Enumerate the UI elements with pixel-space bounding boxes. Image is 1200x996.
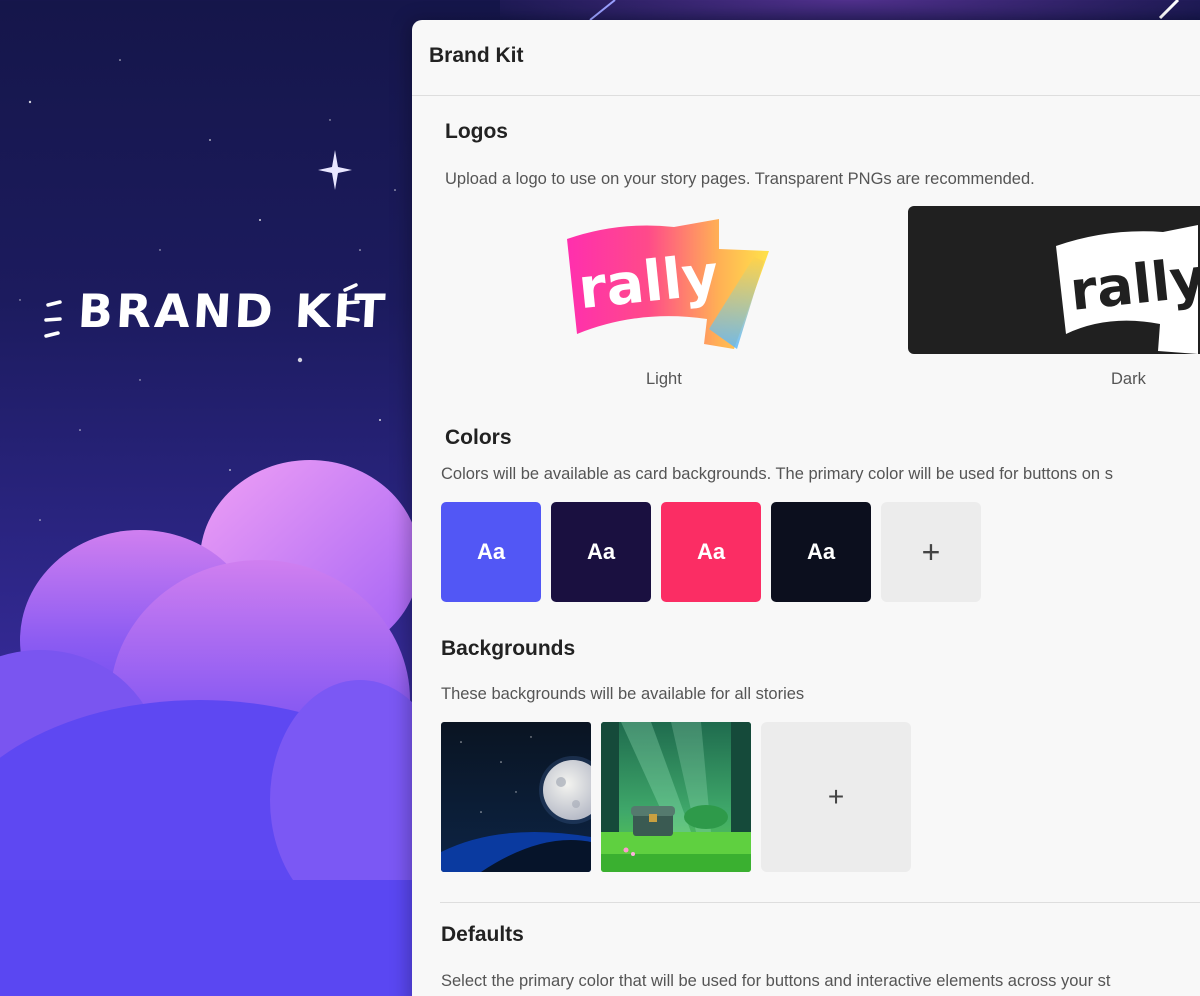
- brand-kit-panel: Brand Kit Logos Upload a logo to use on …: [412, 20, 1200, 996]
- section-divider: [440, 902, 1200, 903]
- add-background-button[interactable]: +: [761, 722, 911, 872]
- svg-text:rally: rally: [1067, 246, 1198, 323]
- swatch-label: Aa: [586, 539, 616, 564]
- panel-header: Brand Kit: [412, 20, 1200, 96]
- logo-dark-label: Dark: [1111, 370, 1146, 388]
- swatch-label: Aa: [806, 539, 836, 564]
- plus-icon: +: [921, 534, 941, 570]
- add-color-button[interactable]: +: [881, 502, 981, 602]
- swatch-label: Aa: [476, 539, 506, 564]
- color-swatch-black[interactable]: Aa: [771, 502, 871, 602]
- panel-title: Brand Kit: [429, 44, 524, 67]
- colors-section-description: Colors will be available as card backgro…: [441, 465, 1113, 483]
- cloud-illustration: [0, 460, 460, 996]
- colors-section-title: Colors: [445, 426, 512, 449]
- color-swatch-dark-purple[interactable]: Aa: [551, 502, 651, 602]
- defaults-section-description: Select the primary color that will be us…: [441, 972, 1111, 990]
- color-swatch-pink[interactable]: Aa: [661, 502, 761, 602]
- backgrounds-section-title: Backgrounds: [441, 637, 576, 660]
- moon-night-thumbnail-icon: [441, 722, 591, 872]
- swatch-label: Aa: [696, 539, 726, 564]
- forest-chest-thumbnail-icon: [601, 722, 751, 872]
- sparkle-star-icon: [318, 150, 352, 190]
- rally-logo-dark-icon: rally: [1056, 225, 1198, 354]
- plus-icon: +: [827, 781, 845, 812]
- logo-light-label: Light: [646, 370, 682, 388]
- hero-title: BRAND KIT: [76, 284, 390, 338]
- background-thumbnail-forest[interactable]: [601, 722, 751, 872]
- logo-dark-tile[interactable]: rally: [908, 206, 1200, 354]
- rally-logo-light-icon: rally: [566, 218, 769, 349]
- background-thumbnail-moon[interactable]: [441, 722, 591, 872]
- logo-light-tile[interactable]: rally: [556, 206, 776, 356]
- color-swatch-blue[interactable]: Aa: [441, 502, 541, 602]
- logos-section-description: Upload a logo to use on your story pages…: [445, 170, 1035, 188]
- defaults-section-title: Defaults: [441, 923, 524, 946]
- backgrounds-section-description: These backgrounds will be available for …: [441, 685, 805, 703]
- logos-section-title: Logos: [445, 120, 508, 143]
